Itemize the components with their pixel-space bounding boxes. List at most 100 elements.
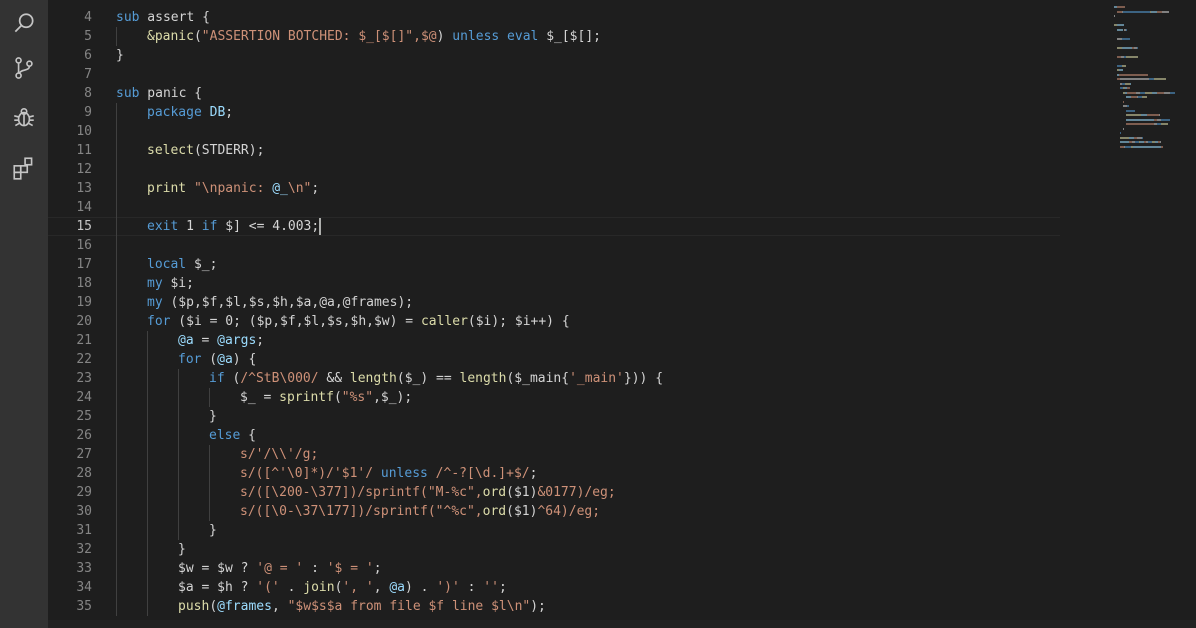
code-line[interactable]: 31} <box>48 521 1060 540</box>
code-line[interactable]: 13 print "\npanic: @_\n"; <box>48 179 1060 198</box>
code-line[interactable]: 25} <box>48 407 1060 426</box>
code-token: ($i); $i++) { <box>467 314 570 329</box>
code-token: ')' <box>436 580 460 595</box>
code-token: : <box>303 561 327 576</box>
minimap-mark <box>1133 145 1161 148</box>
code-token: ; <box>373 561 382 576</box>
minimap-mark <box>1120 141 1129 143</box>
code-line[interactable]: 34 $a = $h ? '(' . join(', ', @a) . ')' :… <box>48 578 1060 597</box>
code-line[interactable]: 18 my $i; <box>48 274 1060 293</box>
code-token: '_main' <box>569 371 624 386</box>
code-line[interactable]: 27 s/'/\\'/g; <box>48 445 1060 464</box>
search-icon[interactable] <box>0 0 48 48</box>
code-line[interactable]: 15 exit 1 if $] <= 4.003; <box>48 217 1060 236</box>
code-token: sub <box>116 10 140 25</box>
code-token: for <box>178 352 202 367</box>
indent-guide <box>147 350 148 369</box>
code-token: DB <box>209 105 226 120</box>
code-line[interactable]: 21 @a = @args; <box>48 331 1060 350</box>
indent-guide <box>116 521 117 540</box>
code-token: sprintf <box>279 390 334 405</box>
code-token: $_; <box>186 257 218 272</box>
extensions-icon[interactable] <box>0 144 48 192</box>
line-number: 23 <box>76 371 92 386</box>
code-token: } <box>116 48 124 63</box>
minimap-content <box>1110 0 1190 200</box>
code-text: s/([\200-\377])/sprintf("M-%c",ord($1)&0… <box>240 483 616 502</box>
code-line[interactable]: 17 local $_; <box>48 255 1060 274</box>
minimap-mark <box>1114 15 1115 17</box>
code-text: $w = $w ? '@ = ' : '$ = '; <box>178 559 382 578</box>
code-token: $w = $w ? <box>178 561 257 576</box>
code-line[interactable]: 28 s/([^'\0]*)/'$1'/ unless /^-?[\d.]+$/; <box>48 464 1060 483</box>
code-token: ( <box>209 599 218 614</box>
code-line[interactable]: 12 <box>48 160 1060 179</box>
code-text: for ($i = 0; ($p,$f,$l,$s,$h,$w) = calle… <box>147 312 570 331</box>
code-editor[interactable]: 4 sub assert {5 &panic("ASSERTION BOTCHED:… <box>48 0 1196 628</box>
code-token: @_ <box>272 181 288 196</box>
code-line[interactable]: 32} <box>48 540 1060 559</box>
code-line[interactable]: 33 $w = $w ? '@ = ' : '$ = '; <box>48 559 1060 578</box>
code-line[interactable]: 30 s/([\0-\37\177])/sprintf("^%c",ord($1)… <box>48 502 1060 521</box>
indent-guide <box>116 198 117 217</box>
code-token: ) { <box>232 352 257 367</box>
minimap[interactable] <box>1110 0 1196 628</box>
code-line[interactable]: 8 sub panic { <box>48 84 1060 103</box>
code-line[interactable]: 20 for ($i = 0; ($p,$f,$l,$s,$h,$w) = cal… <box>48 312 1060 331</box>
code-token: /^-?[\d.]+$/ <box>427 466 530 481</box>
minimap-mark <box>1154 78 1166 80</box>
code-token: $a = $h ? <box>178 580 257 595</box>
indent-guide <box>116 578 117 597</box>
line-number: 22 <box>76 352 92 367</box>
line-number: 12 <box>76 162 92 177</box>
code-line[interactable]: 29 s/([\200-\377])/sprintf("M-%c",ord($1)… <box>48 483 1060 502</box>
indent-guide <box>209 502 210 521</box>
code-token: @a <box>389 580 406 595</box>
code-token: "ASSERTION BOTCHED: $_[$[]",$@ <box>201 29 437 44</box>
code-token: unless <box>444 29 500 44</box>
code-token: else <box>209 428 241 443</box>
code-token: ($_main{ <box>506 371 570 386</box>
code-line[interactable]: 35 push(@frames, "$w$s$a from file $f lin… <box>48 597 1060 616</box>
code-line[interactable]: 11 select(STDERR); <box>48 141 1060 160</box>
code-line[interactable]: 16 <box>48 236 1060 255</box>
code-line[interactable]: 9 package DB; <box>48 103 1060 122</box>
code-line[interactable]: 14 <box>48 198 1060 217</box>
code-token: my <box>147 295 163 310</box>
code-token: package <box>147 105 202 120</box>
indent-guide <box>116 483 117 502</box>
code-text: for (@a) { <box>178 350 256 369</box>
indent-guide <box>147 388 148 407</box>
code-line[interactable]: 19 my ($p,$f,$l,$s,$h,$a,@a,@frames); <box>48 293 1060 312</box>
code-line[interactable]: 22 for (@a) { <box>48 350 1060 369</box>
activity-bar <box>0 0 48 628</box>
line-number: 14 <box>76 200 92 215</box>
code-line[interactable]: 4 sub assert { <box>48 8 1060 27</box>
debug-icon[interactable] <box>0 94 48 142</box>
code-token: panic { <box>139 86 203 101</box>
code-token: s/'/\\'/g; <box>240 447 319 462</box>
code-line[interactable]: 24 $_ = sprintf("%s",$_); <box>48 388 1060 407</box>
code-token: &0177)/eg; <box>537 485 616 500</box>
minimap-mark <box>1159 114 1160 116</box>
code-line[interactable]: 5 &panic("ASSERTION BOTCHED: $_[$[]",$@) … <box>48 27 1060 46</box>
indent-guide <box>116 27 117 46</box>
minimap-mark <box>1157 91 1164 94</box>
code-token: unless <box>373 466 428 481</box>
code-line[interactable]: 6} <box>48 46 1060 65</box>
line-number: 34 <box>76 580 92 595</box>
indent-guide <box>116 217 117 236</box>
indent-guide <box>147 331 148 350</box>
code-line[interactable]: 23 if (/^StB\000/ && length($_) == length… <box>48 369 1060 388</box>
text-cursor <box>319 218 322 235</box>
code-line[interactable]: 26 else { <box>48 426 1060 445</box>
indent-guide <box>116 312 117 331</box>
minimap-mark <box>1147 114 1159 116</box>
line-number: 15 <box>76 219 92 234</box>
code-line[interactable]: 7 <box>48 65 1060 84</box>
code-token: eval <box>499 29 539 44</box>
code-line[interactable]: 10 <box>48 122 1060 141</box>
source-control-icon[interactable] <box>0 44 48 92</box>
code-token: $] <= 4.003; <box>217 219 320 234</box>
code-text: &panic("ASSERTION BOTCHED: $_[$[]",$@) u… <box>147 27 601 46</box>
